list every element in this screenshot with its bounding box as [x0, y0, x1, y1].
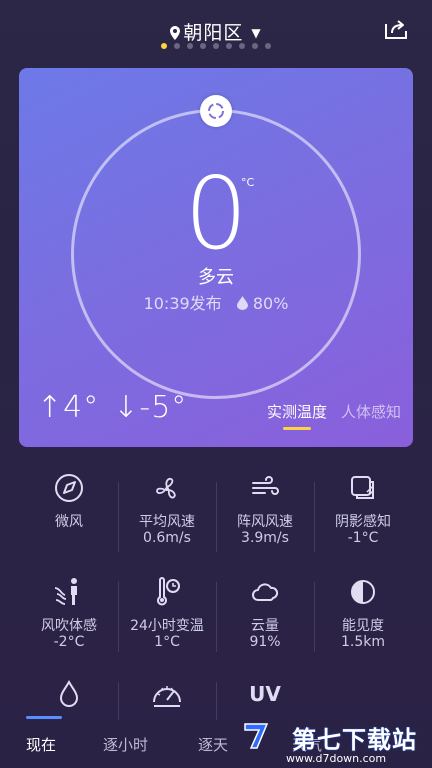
page-dot[interactable] — [252, 43, 258, 49]
high-low-temperature: ↑4° ↓-5° — [37, 390, 201, 425]
metric-label: 24小时变温 — [130, 618, 204, 634]
location-name: 朝阳区 — [183, 22, 244, 44]
shadow-icon — [351, 476, 374, 499]
metric-label: 风吹体感 — [41, 618, 97, 634]
page-dot[interactable] — [239, 43, 245, 49]
location-selector[interactable]: 朝阳区 ▼ — [0, 18, 432, 45]
tab-hourly[interactable]: 逐小时 — [103, 734, 148, 755]
location-pin-icon — [170, 26, 181, 40]
metric-label: 云量 — [251, 618, 279, 634]
watermark-mark-icon — [244, 723, 269, 749]
visibility-icon — [351, 580, 375, 604]
metric-gust-wind-speed[interactable]: 阵风风速 3.9m/s — [216, 472, 314, 547]
publish-info: 10:39发布 80% — [19, 290, 413, 314]
high-temperature: ↑4° — [37, 390, 100, 425]
tab-now[interactable]: 现在 — [26, 734, 56, 755]
humidity-drop-icon — [236, 296, 248, 310]
top-bar: 朝阳区 ▼ — [0, 0, 432, 62]
metric-shadow-feel[interactable]: 阴影感知 -1°C — [314, 472, 412, 547]
metric-value: -1°C — [347, 530, 379, 546]
metric-wind-chill[interactable]: 风吹体感 -2°C — [20, 576, 118, 651]
page-dot[interactable] — [161, 43, 167, 49]
share-icon[interactable] — [384, 18, 408, 40]
cloud-icon — [252, 583, 279, 601]
page-indicator — [0, 43, 432, 49]
wind-person-icon — [54, 578, 77, 605]
page-dot[interactable] — [226, 43, 232, 49]
tab-measured-temperature[interactable]: 实测温度 — [267, 401, 327, 430]
metric-value: 3.9m/s — [241, 530, 289, 546]
metric-visibility[interactable]: 能见度 1.5km — [314, 576, 412, 651]
metric-label: 阴影感知 — [335, 514, 391, 530]
metric-value: 0.6m/s — [143, 530, 191, 546]
metric-label: 能见度 — [342, 618, 384, 634]
weather-condition: 多云 — [198, 267, 234, 288]
metric-pressure[interactable] — [118, 678, 216, 710]
tab-feels-like[interactable]: 人体感知 — [341, 401, 401, 422]
uv-label: UV — [249, 682, 281, 706]
page-dot[interactable] — [213, 43, 219, 49]
page-dot[interactable] — [174, 43, 180, 49]
page-dot[interactable] — [187, 43, 193, 49]
metric-value: -2°C — [53, 634, 85, 650]
watermark-name: 第七下载站 — [292, 726, 417, 754]
metric-value: 1°C — [154, 634, 180, 650]
metric-uv[interactable]: UV — [216, 678, 314, 710]
bottom-tab-indicator — [26, 716, 62, 719]
current-temperature: 0 °C — [19, 164, 413, 264]
wind-icon — [252, 476, 279, 495]
metric-cloud-cover[interactable]: 云量 91% — [216, 576, 314, 651]
metric-wind-level[interactable]: 微风 — [20, 472, 118, 530]
page-dot[interactable] — [265, 43, 271, 49]
ring-handle-icon[interactable] — [200, 95, 232, 127]
chevron-down-icon: ▼ — [251, 26, 262, 40]
fan-icon — [156, 477, 176, 499]
thermometer-clock-icon — [157, 577, 180, 606]
metric-label: 阵风风速 — [237, 514, 293, 530]
temperature-value: 0 — [184, 155, 248, 272]
metric-label: 微风 — [55, 514, 83, 530]
low-temperature: ↓-5° — [113, 390, 188, 425]
compass-icon — [55, 474, 83, 502]
page-dot[interactable] — [200, 43, 206, 49]
metric-label: 平均风速 — [139, 514, 195, 530]
publish-time: 10:39发布 — [143, 294, 222, 313]
metric-value: 91% — [249, 634, 281, 650]
metric-value: 1.5km — [340, 634, 385, 650]
temperature-card: 0 °C 多云 10:39发布 80% ↑4° ↓-5° 实测温度 人体感知 — [19, 68, 413, 447]
watermark-logo: 第七下载站 www.d7down.com — [240, 718, 432, 768]
metric-humidity[interactable] — [20, 678, 118, 710]
humidity-value: 80% — [252, 294, 289, 313]
tab-daily[interactable]: 逐天 — [198, 734, 228, 755]
temperature-unit: °C — [241, 176, 255, 189]
metric-average-wind-speed[interactable]: 平均风速 0.6m/s — [118, 472, 216, 547]
temperature-mode-tabs: 实测温度 人体感知 — [253, 401, 401, 430]
drop-icon — [59, 679, 79, 707]
watermark-url: www.d7down.com — [286, 752, 387, 765]
gauge-icon — [153, 686, 181, 707]
metric-24h-temperature-change[interactable]: 24小时变温 1°C — [118, 576, 216, 651]
